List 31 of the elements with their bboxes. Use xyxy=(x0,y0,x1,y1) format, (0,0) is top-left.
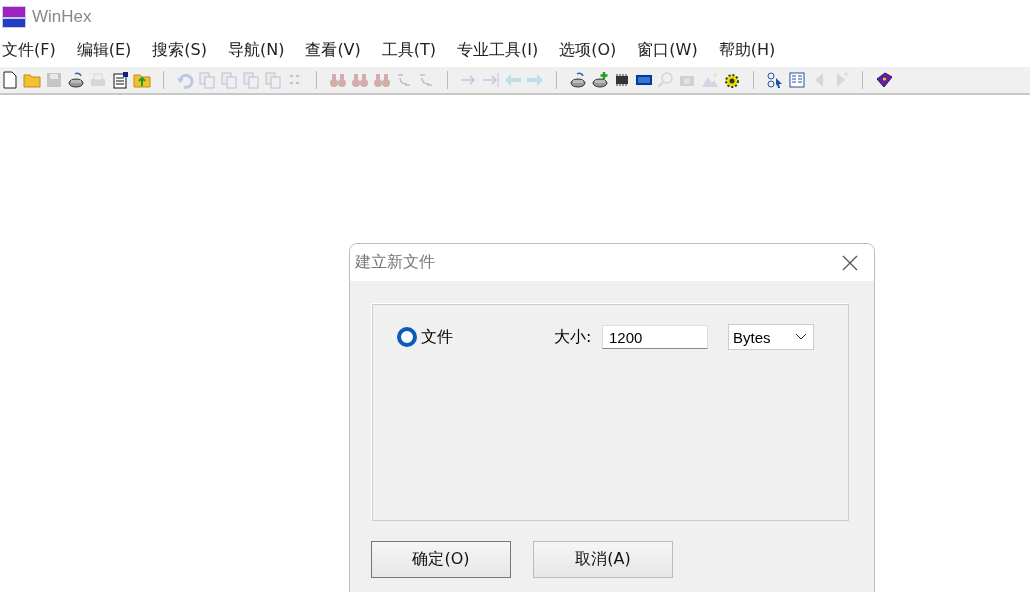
menu-item[interactable]: 选项(O) xyxy=(559,39,617,61)
menu-item[interactable]: 查看(V) xyxy=(305,39,361,61)
gear-icon[interactable] xyxy=(723,71,741,89)
chip-icon[interactable] xyxy=(613,71,631,89)
close-icon[interactable] xyxy=(842,254,858,271)
disk-icon[interactable] xyxy=(67,71,85,89)
radio-button[interactable] xyxy=(397,327,417,347)
app-title: WinHex xyxy=(32,6,92,27)
radio-label[interactable]: 文件 xyxy=(421,326,554,348)
menu-item[interactable]: 帮助(H) xyxy=(718,39,776,61)
clipboard-icon[interactable] xyxy=(111,71,129,89)
drive-add-icon[interactable] xyxy=(591,71,609,89)
drive-icon[interactable] xyxy=(569,71,587,89)
chevron-down-icon xyxy=(795,333,807,341)
menu-item[interactable]: 工具(T) xyxy=(381,39,437,61)
size-label: 大小: xyxy=(554,326,593,348)
menu-item[interactable]: 专业工具(I) xyxy=(457,39,539,61)
size-input-field[interactable]: 1200 xyxy=(602,325,708,349)
hex-logo-icon xyxy=(2,5,26,28)
new-file-icon[interactable] xyxy=(1,71,19,89)
dialog-title: 建立新文件 xyxy=(355,252,435,273)
menu-item[interactable]: 搜索(S) xyxy=(152,39,207,61)
select-icon[interactable] xyxy=(766,71,784,89)
menu-item[interactable]: 导航(N) xyxy=(227,39,285,61)
dialog-button[interactable]: 取消(A) xyxy=(533,541,673,578)
menu-item[interactable]: 文件(F) xyxy=(2,39,56,61)
folder-icon[interactable] xyxy=(23,71,41,89)
menu-item[interactable]: 编辑(E) xyxy=(76,39,132,61)
unit-dropdown[interactable]: Bytes xyxy=(728,324,814,350)
menu-item[interactable]: 窗口(W) xyxy=(637,39,698,61)
dialog-button[interactable]: 确定(O) xyxy=(371,541,511,578)
